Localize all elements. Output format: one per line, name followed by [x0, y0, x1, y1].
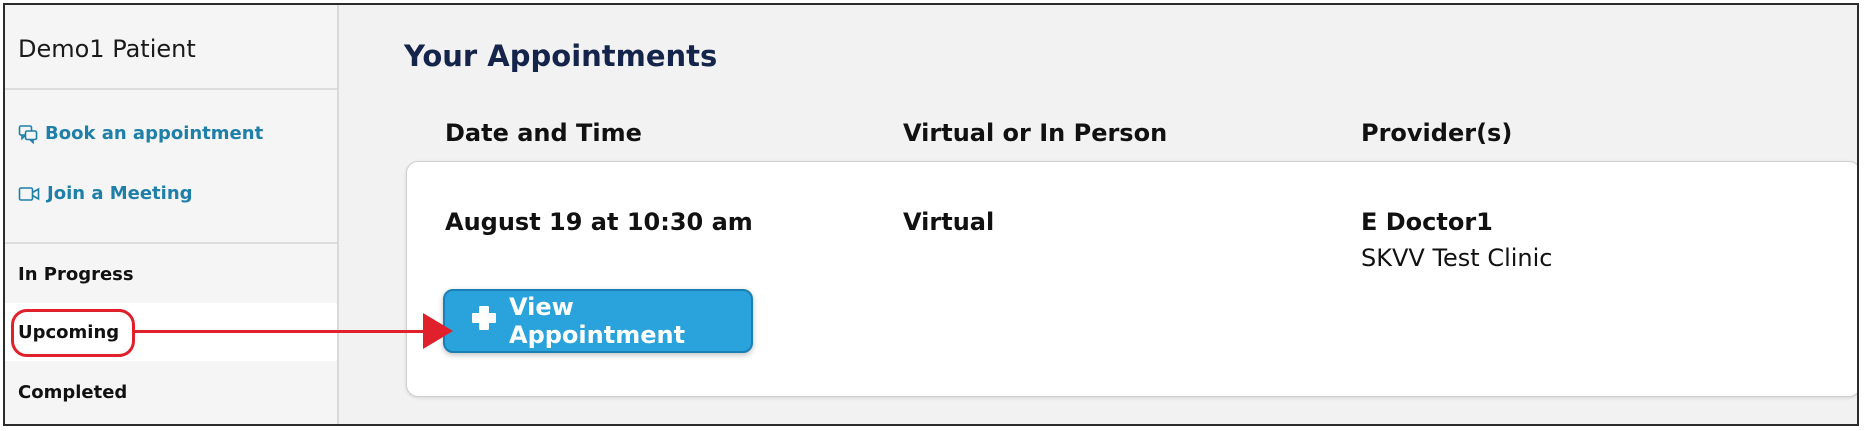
sidebar-divider	[5, 88, 337, 90]
appointment-date-time: August 19 at 10:30 am	[445, 208, 753, 236]
annotation-arrow-line	[135, 330, 435, 333]
column-header-mode: Virtual or In Person	[903, 119, 1168, 147]
annotation-arrow-head	[423, 313, 453, 349]
clinic-name: SKVV Test Clinic	[1361, 244, 1553, 272]
sidebar-divider	[5, 242, 337, 244]
sidebar: Demo1 Patient Book an appointment Join a…	[5, 5, 339, 424]
provider-name: E Doctor1	[1361, 208, 1493, 236]
app-window: Demo1 Patient Book an appointment Join a…	[3, 3, 1859, 426]
appointment-card: August 19 at 10:30 am Virtual E Doctor1 …	[406, 161, 1857, 397]
chat-bubbles-icon	[18, 124, 38, 144]
filter-in-progress[interactable]: In Progress	[5, 245, 337, 303]
video-camera-icon	[18, 185, 40, 203]
appointment-mode: Virtual	[903, 208, 995, 236]
page-title: Your Appointments	[404, 39, 718, 73]
annotation-highlight-circle	[11, 309, 135, 357]
book-appointment-link[interactable]: Book an appointment	[18, 123, 263, 144]
column-header-date-time: Date and Time	[445, 119, 642, 147]
view-appointment-button[interactable]: View Appointment	[443, 289, 753, 353]
view-appointment-label: View Appointment	[509, 293, 686, 349]
column-header-providers: Provider(s)	[1361, 119, 1513, 147]
join-meeting-label: Join a Meeting	[47, 183, 193, 204]
main-content: Your Appointments Date and Time Virtual …	[339, 5, 1857, 424]
user-name: Demo1 Patient	[18, 35, 196, 63]
filter-completed[interactable]: Completed	[5, 363, 337, 421]
book-appointment-label: Book an appointment	[45, 123, 264, 144]
join-meeting-link[interactable]: Join a Meeting	[18, 183, 193, 204]
plus-icon	[471, 305, 497, 337]
